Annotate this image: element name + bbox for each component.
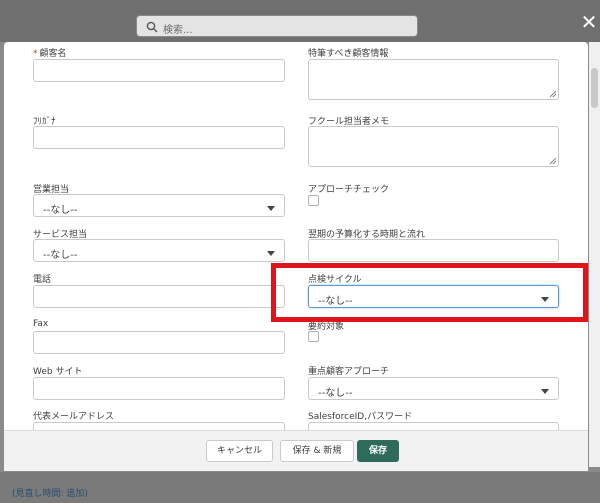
- notable-info-label: 特筆すべき顧客情報: [308, 49, 389, 59]
- notable-info-textarea[interactable]: [308, 59, 559, 100]
- background-list-strip: (見直し時間: 追加): [0, 472, 600, 503]
- required-asterisk: *: [33, 49, 38, 59]
- fax-label: Fax: [33, 319, 49, 329]
- budget-timing-input[interactable]: [308, 239, 559, 262]
- customer-name-label: * 顧客名: [33, 49, 67, 59]
- chevron-down-icon: [541, 297, 549, 302]
- close-icon[interactable]: ✕: [580, 12, 598, 32]
- website-input[interactable]: [33, 377, 285, 400]
- summary-target-checkbox[interactable]: [308, 331, 319, 342]
- resize-handle[interactable]: [550, 158, 556, 164]
- global-header: 検索...: [0, 0, 600, 42]
- select-value: --なし--: [43, 250, 78, 261]
- chevron-down-icon: [541, 389, 549, 394]
- save-button[interactable]: 保存: [357, 440, 399, 462]
- resize-handle[interactable]: [550, 91, 556, 97]
- scrollbar-thumb[interactable]: [591, 68, 598, 108]
- inspection-cycle-select[interactable]: --なし--: [308, 285, 559, 308]
- website-label: Web サイト: [33, 367, 83, 377]
- salesforce-id-label: SalesforceID,パスワード: [308, 412, 413, 422]
- select-value: --なし--: [318, 388, 353, 399]
- edit-account-modal: * 顧客名 ﾌﾘｶﾞﾅ 営業担当 --なし-- サービス担当 --なし-- 電話 …: [4, 42, 588, 430]
- approach-checkbox[interactable]: [308, 195, 319, 206]
- key-account-label: 重点顧客アプローチ: [308, 367, 390, 377]
- select-value: --なし--: [318, 296, 353, 307]
- salesforce-id-input[interactable]: [308, 422, 559, 430]
- customer-name-input[interactable]: [33, 59, 285, 82]
- cancel-button[interactable]: キャンセル: [206, 440, 273, 462]
- chevron-down-icon: [267, 251, 275, 256]
- modal-footer: キャンセル 保存 & 新規 保存: [4, 430, 588, 471]
- fax-input[interactable]: [33, 331, 285, 354]
- furigana-input[interactable]: [33, 126, 285, 149]
- select-value: --なし--: [43, 205, 78, 216]
- search-placeholder: 検索...: [163, 25, 193, 36]
- email-label: 代表メールアドレス: [33, 412, 115, 422]
- email-input[interactable]: [33, 422, 285, 430]
- service-owner-select[interactable]: --なし--: [33, 239, 285, 262]
- phone-label: 電話: [33, 275, 52, 285]
- chevron-down-icon: [267, 206, 275, 211]
- inspection-cycle-label: 点検サイクル: [308, 275, 362, 285]
- key-account-select[interactable]: --なし--: [308, 377, 559, 400]
- modal-scrollbar[interactable]: [589, 42, 600, 467]
- sales-owner-select[interactable]: --なし--: [33, 194, 285, 217]
- save-and-new-button[interactable]: 保存 & 新規: [280, 440, 354, 462]
- global-search[interactable]: 検索...: [136, 15, 418, 37]
- search-icon: [146, 21, 158, 33]
- phone-input[interactable]: [33, 285, 285, 308]
- staff-memo-textarea[interactable]: [308, 126, 559, 167]
- background-link: (見直し時間: 追加): [12, 489, 88, 499]
- approach-check-label: アプローチチェック: [308, 185, 390, 195]
